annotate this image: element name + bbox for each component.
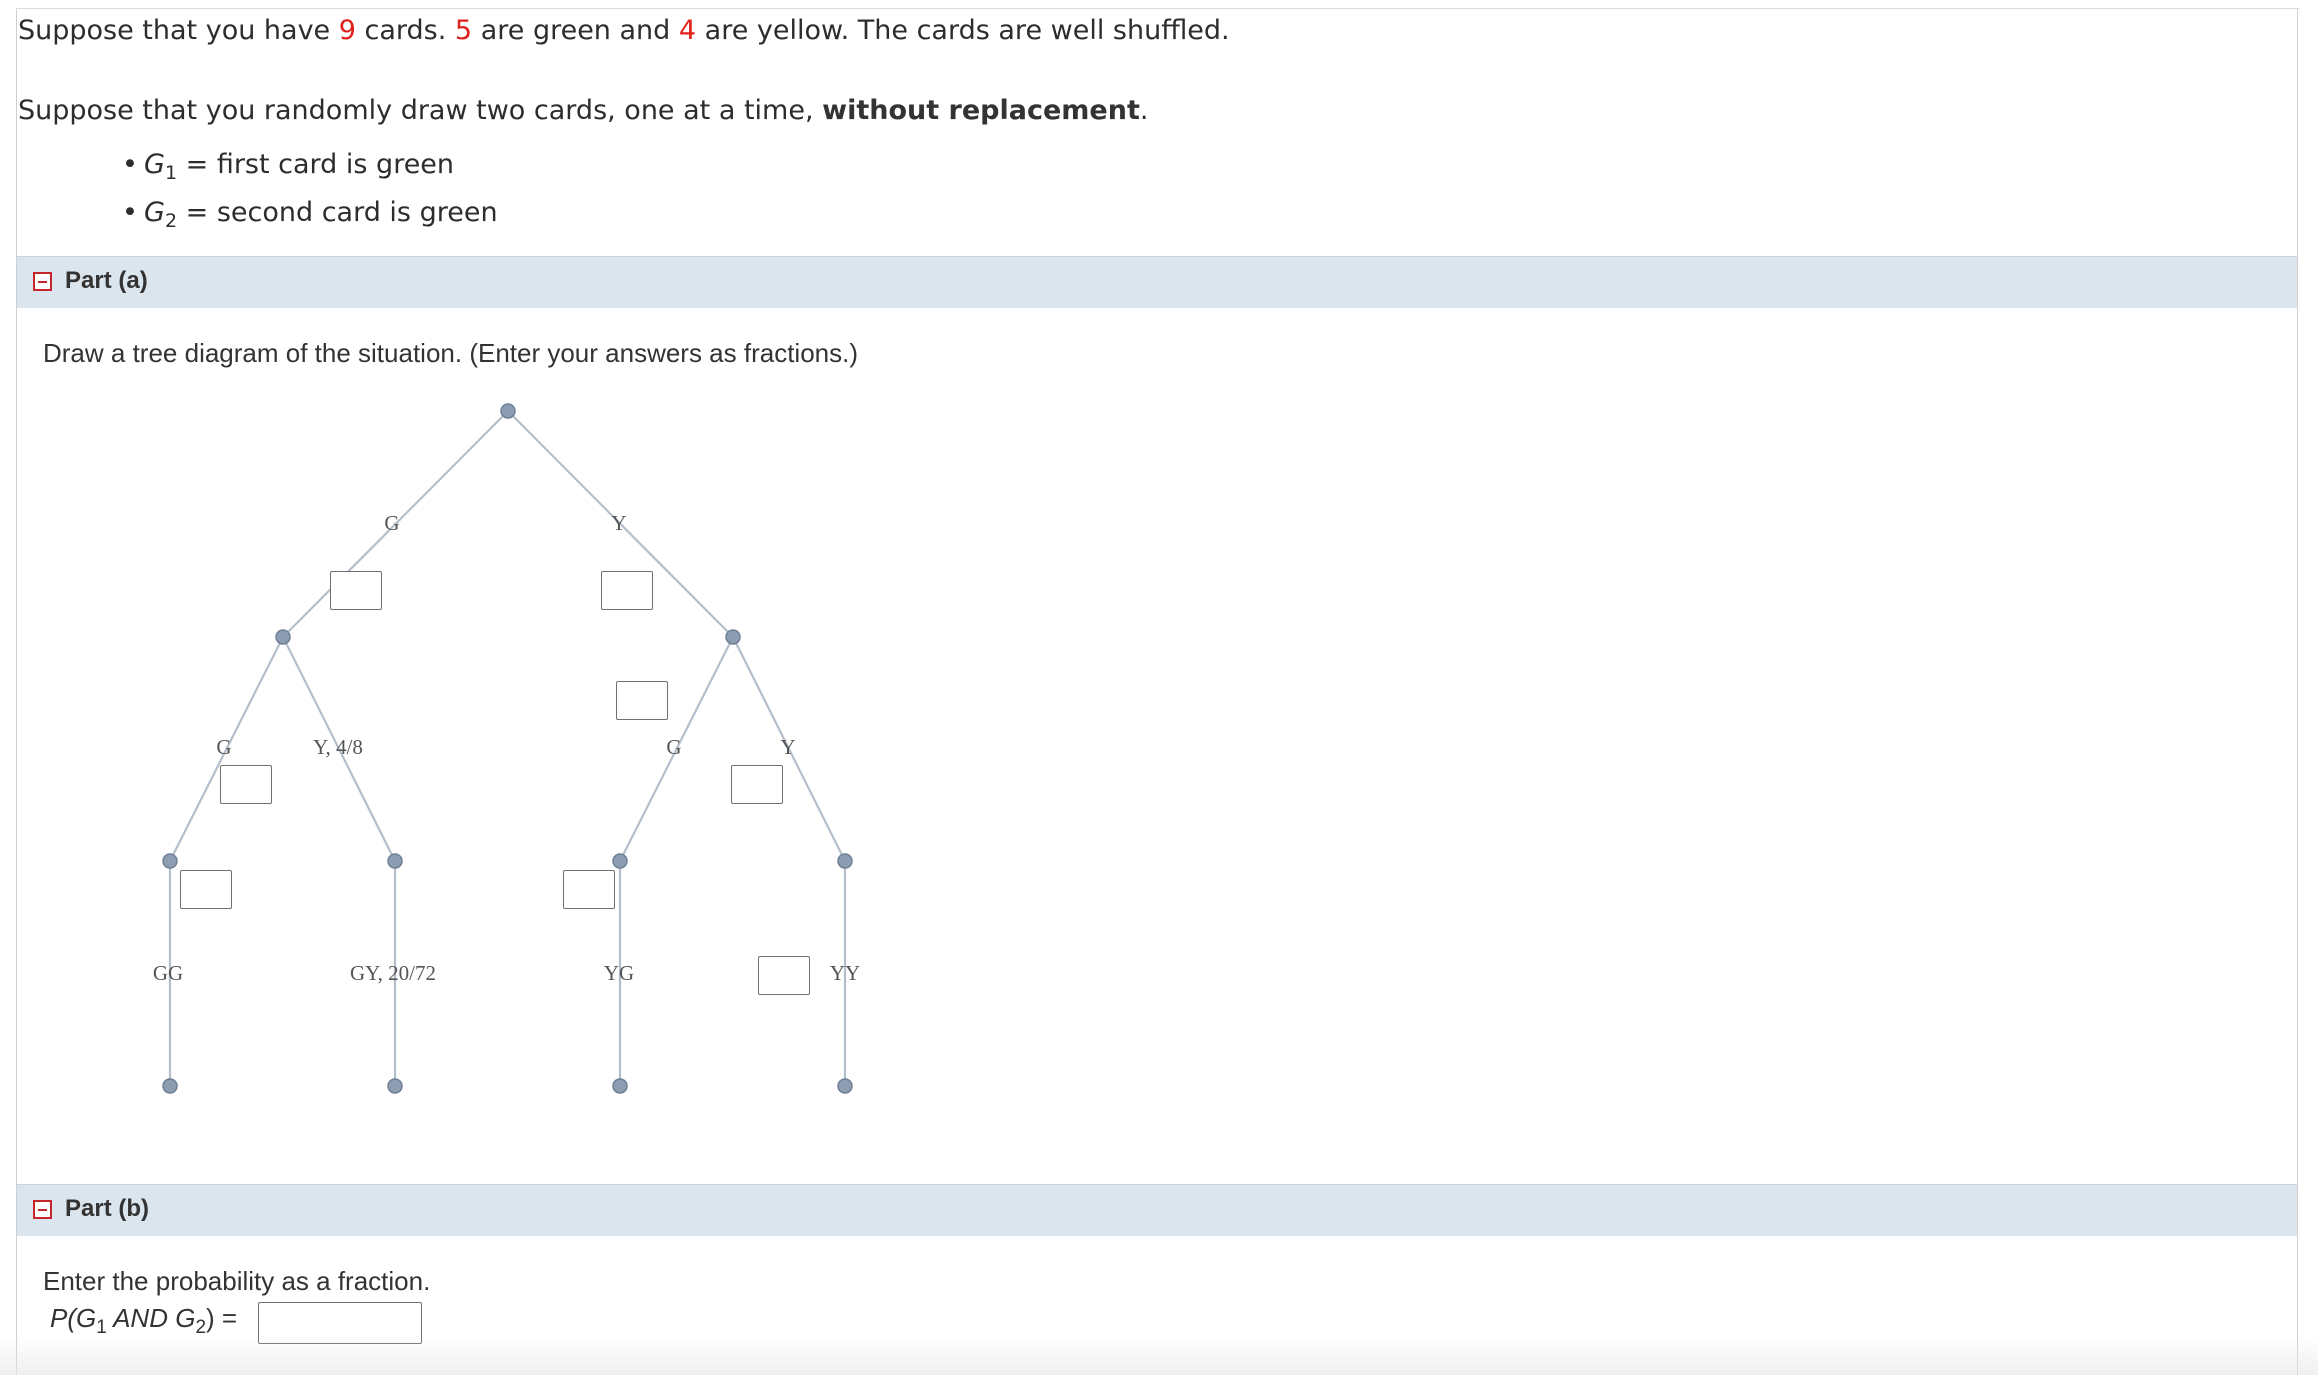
label-outcome-yg: YG <box>604 961 634 985</box>
answer-input-p-yy[interactable] <box>758 956 810 995</box>
tree-node-g <box>275 629 291 645</box>
formula-close: ) = <box>206 1303 238 1333</box>
label-g-then-green: G <box>216 735 231 759</box>
intro-text: Suppose that you randomly draw two cards… <box>18 95 823 126</box>
probability-answer-input[interactable] <box>258 1302 422 1344</box>
bullet-icon: • <box>122 149 138 180</box>
formula-var: G <box>175 1303 196 1333</box>
answer-input-p-g2-given-y1[interactable] <box>616 681 668 720</box>
event-definition-g1: • G1 = first card is green <box>122 148 455 184</box>
label-y-then-green: G <box>666 735 681 759</box>
intro-text: are yellow. The cards are well shuffled. <box>696 15 1230 46</box>
collapse-minus-icon[interactable] <box>33 272 52 291</box>
tree-node-yg <box>612 853 628 869</box>
label-first-green: G <box>384 511 399 535</box>
intro-text: are green and <box>472 15 679 46</box>
collapse-minus-icon[interactable] <box>33 1200 52 1219</box>
answer-input-p-y1[interactable] <box>601 571 653 610</box>
tree-node-y <box>725 629 741 645</box>
answer-input-p-y2-given-y1[interactable] <box>731 765 783 804</box>
formula-subscript: 2 <box>195 1317 207 1338</box>
total-count: 9 <box>338 15 356 46</box>
event-text: = first card is green <box>177 149 455 180</box>
intro-sentence-2: Suppose that you randomly draw two cards… <box>18 94 1148 128</box>
part-b-instruction: Enter the probability as a fraction. <box>43 1266 431 1296</box>
part-a-label: Part (a) <box>65 267 148 294</box>
formula-and: AND <box>106 1303 176 1333</box>
answer-input-p-yg[interactable] <box>563 870 615 909</box>
tree-node-root <box>500 403 516 419</box>
label-outcome-gg: GG <box>153 961 183 985</box>
tree-node-yy <box>837 853 853 869</box>
tree-node-gg <box>162 853 178 869</box>
tree-node-gy <box>387 853 403 869</box>
answer-input-p-g2-given-g1[interactable] <box>220 765 272 804</box>
tree-leaf-yg <box>612 1078 628 1094</box>
part-b-header[interactable]: Part (b) <box>17 1184 2297 1236</box>
event-var: G <box>144 149 165 180</box>
label-first-yellow: Y <box>611 511 626 535</box>
answer-input-p-gg[interactable] <box>180 870 232 909</box>
event-var: G <box>144 197 165 228</box>
part-a-header[interactable]: Part (a) <box>17 256 2297 308</box>
event-definition-g2: • G2 = second card is green <box>122 196 498 232</box>
event-text: = second card is green <box>177 197 498 228</box>
intro-text: . <box>1139 95 1149 126</box>
bullet-icon: • <box>122 197 138 228</box>
label-y-then-yellow: Y <box>780 735 795 759</box>
intro-text: Suppose that you have <box>18 15 339 46</box>
label-g-then-yellow: Y, 4/8 <box>313 735 363 759</box>
without-replacement-emphasis: without replacement <box>822 95 1140 126</box>
event-subscript: 1 <box>164 162 178 184</box>
answer-input-p-g1[interactable] <box>330 571 382 610</box>
label-outcome-yy: YY <box>830 961 860 985</box>
part-b-label: Part (b) <box>65 1195 149 1222</box>
green-count: 5 <box>454 15 473 46</box>
formula-subscript: 1 <box>96 1317 107 1338</box>
tree-leaf-gg <box>162 1078 178 1094</box>
yellow-count: 4 <box>678 15 697 46</box>
intro-text: cards. <box>355 15 455 46</box>
tree-leaf-yy <box>837 1078 853 1094</box>
probability-formula: P(G1 AND G2) = <box>50 1303 238 1337</box>
formula-var: G <box>76 1303 97 1333</box>
event-subscript: 2 <box>164 210 178 232</box>
part-a-instruction: Draw a tree diagram of the situation. (E… <box>43 338 859 368</box>
label-outcome-gy: GY, 20/72 <box>350 961 436 985</box>
formula-p: P( <box>50 1303 76 1333</box>
intro-sentence-1: Suppose that you have 9 cards. 5 are gre… <box>18 14 1230 48</box>
tree-leaf-gy <box>387 1078 403 1094</box>
